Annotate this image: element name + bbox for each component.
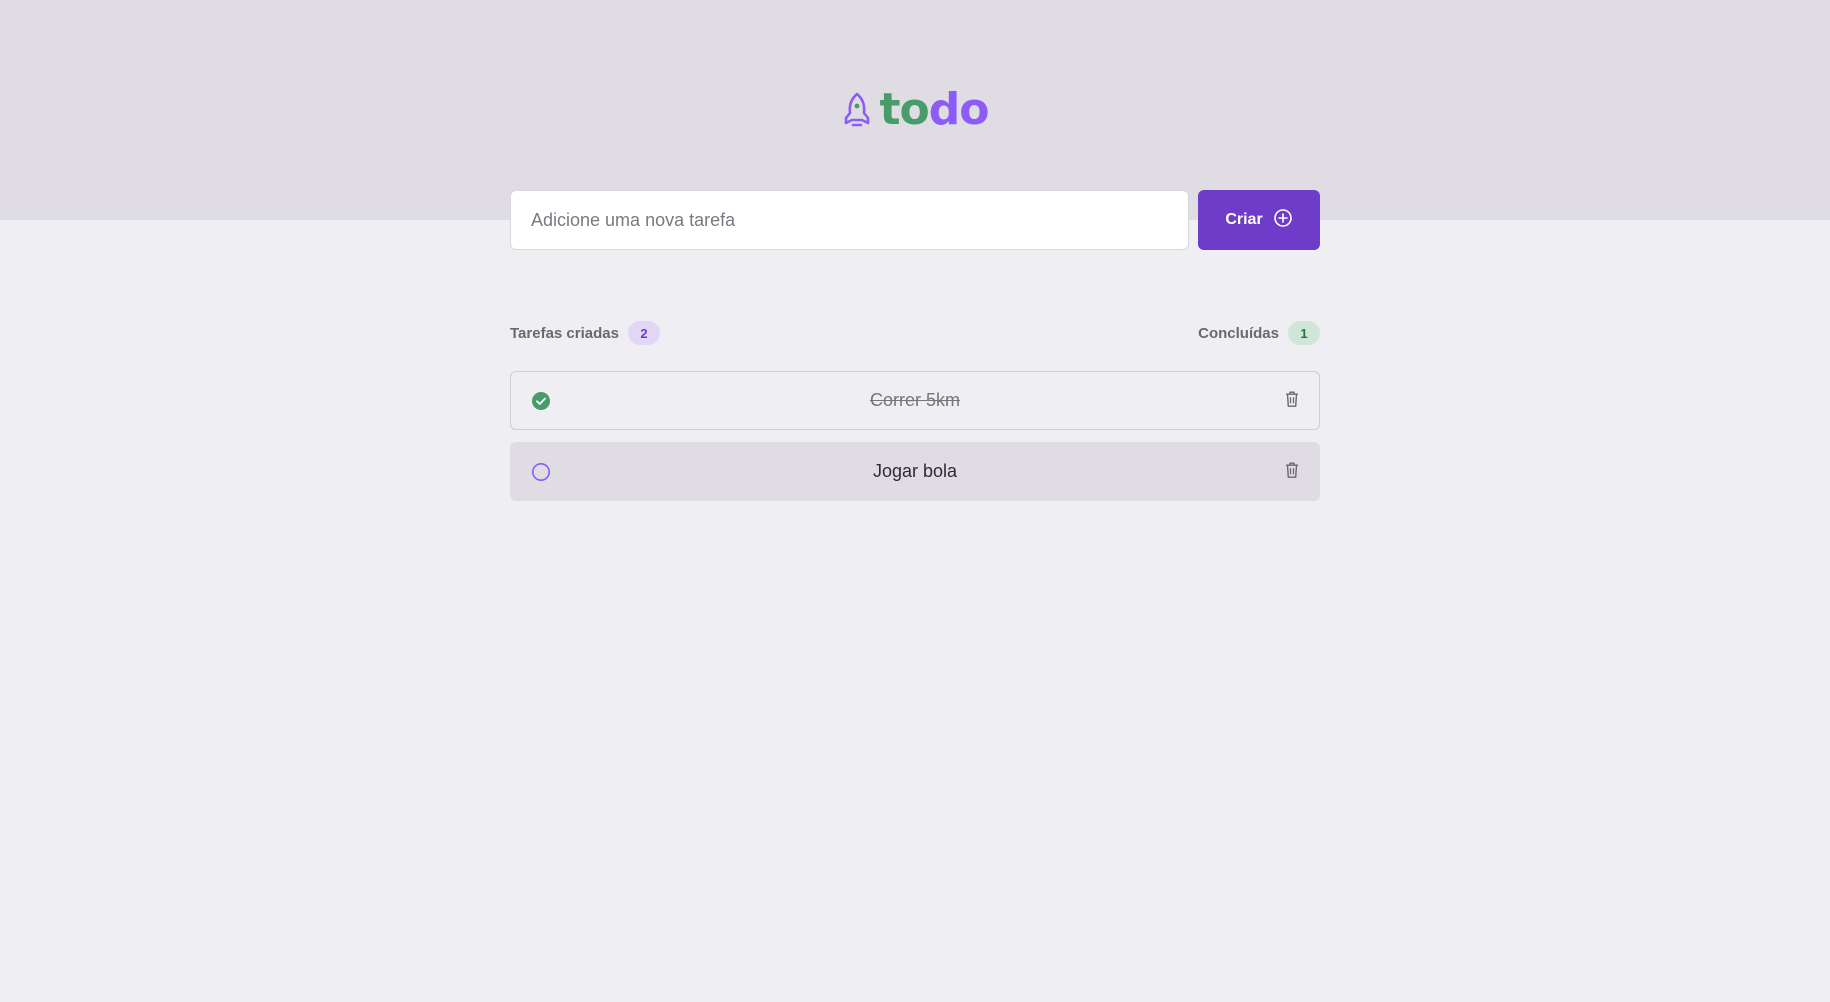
task-list: Correr 5km Jogar bola: [510, 371, 1320, 501]
done-count-badge: 1: [1288, 321, 1320, 345]
todo-page: todo Criar Tarefas criadas 2 Concluídas …: [0, 0, 1830, 1002]
task-text: Jogar bola: [872, 461, 958, 481]
done-counter: Concluídas 1: [1198, 321, 1320, 345]
checked-circle-icon[interactable]: [531, 391, 551, 411]
create-task-form: Criar: [510, 190, 1320, 250]
logo-text-to: to: [879, 84, 930, 135]
trash-icon[interactable]: [1283, 390, 1301, 408]
task-item: Correr 5km: [510, 371, 1320, 430]
task-text: Correr 5km: [869, 390, 960, 410]
logo-text-do: do: [928, 84, 990, 135]
task-counters: Tarefas criadas 2 Concluídas 1: [510, 320, 1320, 346]
created-count-badge: 2: [627, 321, 660, 345]
plus-circle-icon: [1273, 208, 1293, 233]
app-logo: todo: [0, 86, 1830, 134]
done-label: Concluídas: [1198, 324, 1279, 342]
task-item: Jogar bola: [510, 442, 1320, 501]
new-task-input[interactable]: [510, 190, 1189, 250]
created-label: Tarefas criadas: [510, 324, 619, 342]
create-button[interactable]: Criar: [1198, 190, 1320, 250]
create-button-label: Criar: [1225, 211, 1263, 228]
app-title: todo: [879, 84, 990, 135]
rocket-icon: [842, 91, 872, 129]
unchecked-circle-icon[interactable]: [531, 462, 551, 482]
created-counter: Tarefas criadas 2: [510, 321, 660, 345]
trash-icon[interactable]: [1283, 461, 1301, 479]
